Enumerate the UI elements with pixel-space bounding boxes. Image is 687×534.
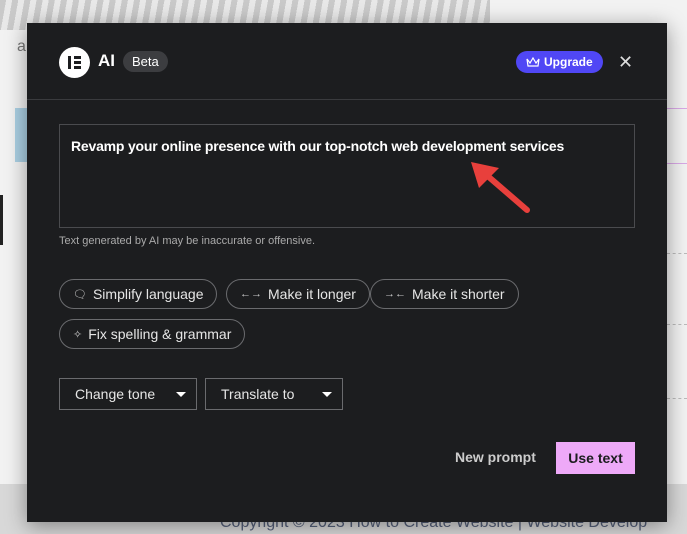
- collapse-arrows-icon: →←: [384, 288, 406, 300]
- chip-label: Fix spelling & grammar: [88, 326, 232, 342]
- ai-dialog: AI Beta Upgrade ✕ Revamp your online pre…: [27, 23, 667, 522]
- make-longer-button[interactable]: ←→ Make it longer: [226, 279, 370, 309]
- close-icon[interactable]: ✕: [618, 53, 633, 71]
- dialog-header: AI Beta Upgrade ✕: [27, 23, 667, 100]
- make-shorter-button[interactable]: →← Make it shorter: [370, 279, 519, 309]
- change-tone-dropdown[interactable]: Change tone: [59, 378, 197, 410]
- divider: [667, 253, 687, 254]
- dropdown-label: Change tone: [75, 386, 156, 402]
- fix-spelling-button[interactable]: ✧ Fix spelling & grammar: [59, 319, 246, 349]
- disclaimer: Text generated by AI may be inaccurate o…: [59, 235, 316, 247]
- red-arrow-icon: [471, 162, 530, 213]
- elementor-logo-icon: [59, 47, 90, 78]
- expand-arrows-icon: ←→: [240, 288, 262, 300]
- crown-icon: [526, 57, 540, 67]
- translate-to-dropdown[interactable]: Translate to: [205, 378, 343, 410]
- upgrade-label: Upgrade: [544, 55, 593, 69]
- prompt-textarea[interactable]: Revamp your online presence with our top…: [59, 124, 635, 228]
- caret-down-icon: [176, 391, 186, 397]
- background-text: a: [17, 38, 26, 55]
- use-text-button[interactable]: Use text: [556, 442, 635, 474]
- dialog-title: AI: [98, 51, 115, 70]
- divider: [667, 324, 687, 325]
- chip-label: Make it longer: [268, 286, 356, 302]
- prompt-text: Revamp your online presence with our top…: [71, 138, 565, 154]
- upgrade-button[interactable]: Upgrade: [516, 51, 603, 73]
- dropdown-label: Translate to: [221, 386, 295, 402]
- simplify-language-button[interactable]: 🗨 Simplify language: [59, 279, 218, 309]
- new-prompt-button[interactable]: New prompt: [455, 449, 536, 465]
- background-bar: [0, 195, 3, 245]
- chip-label: Simplify language: [92, 286, 204, 302]
- divider: [667, 398, 687, 399]
- caret-down-icon: [322, 391, 332, 397]
- speech-bubble-icon: 🗨: [73, 288, 87, 301]
- chip-label: Make it shorter: [412, 286, 505, 302]
- sparkle-icon: ✧: [73, 328, 83, 341]
- beta-badge: Beta: [123, 51, 168, 72]
